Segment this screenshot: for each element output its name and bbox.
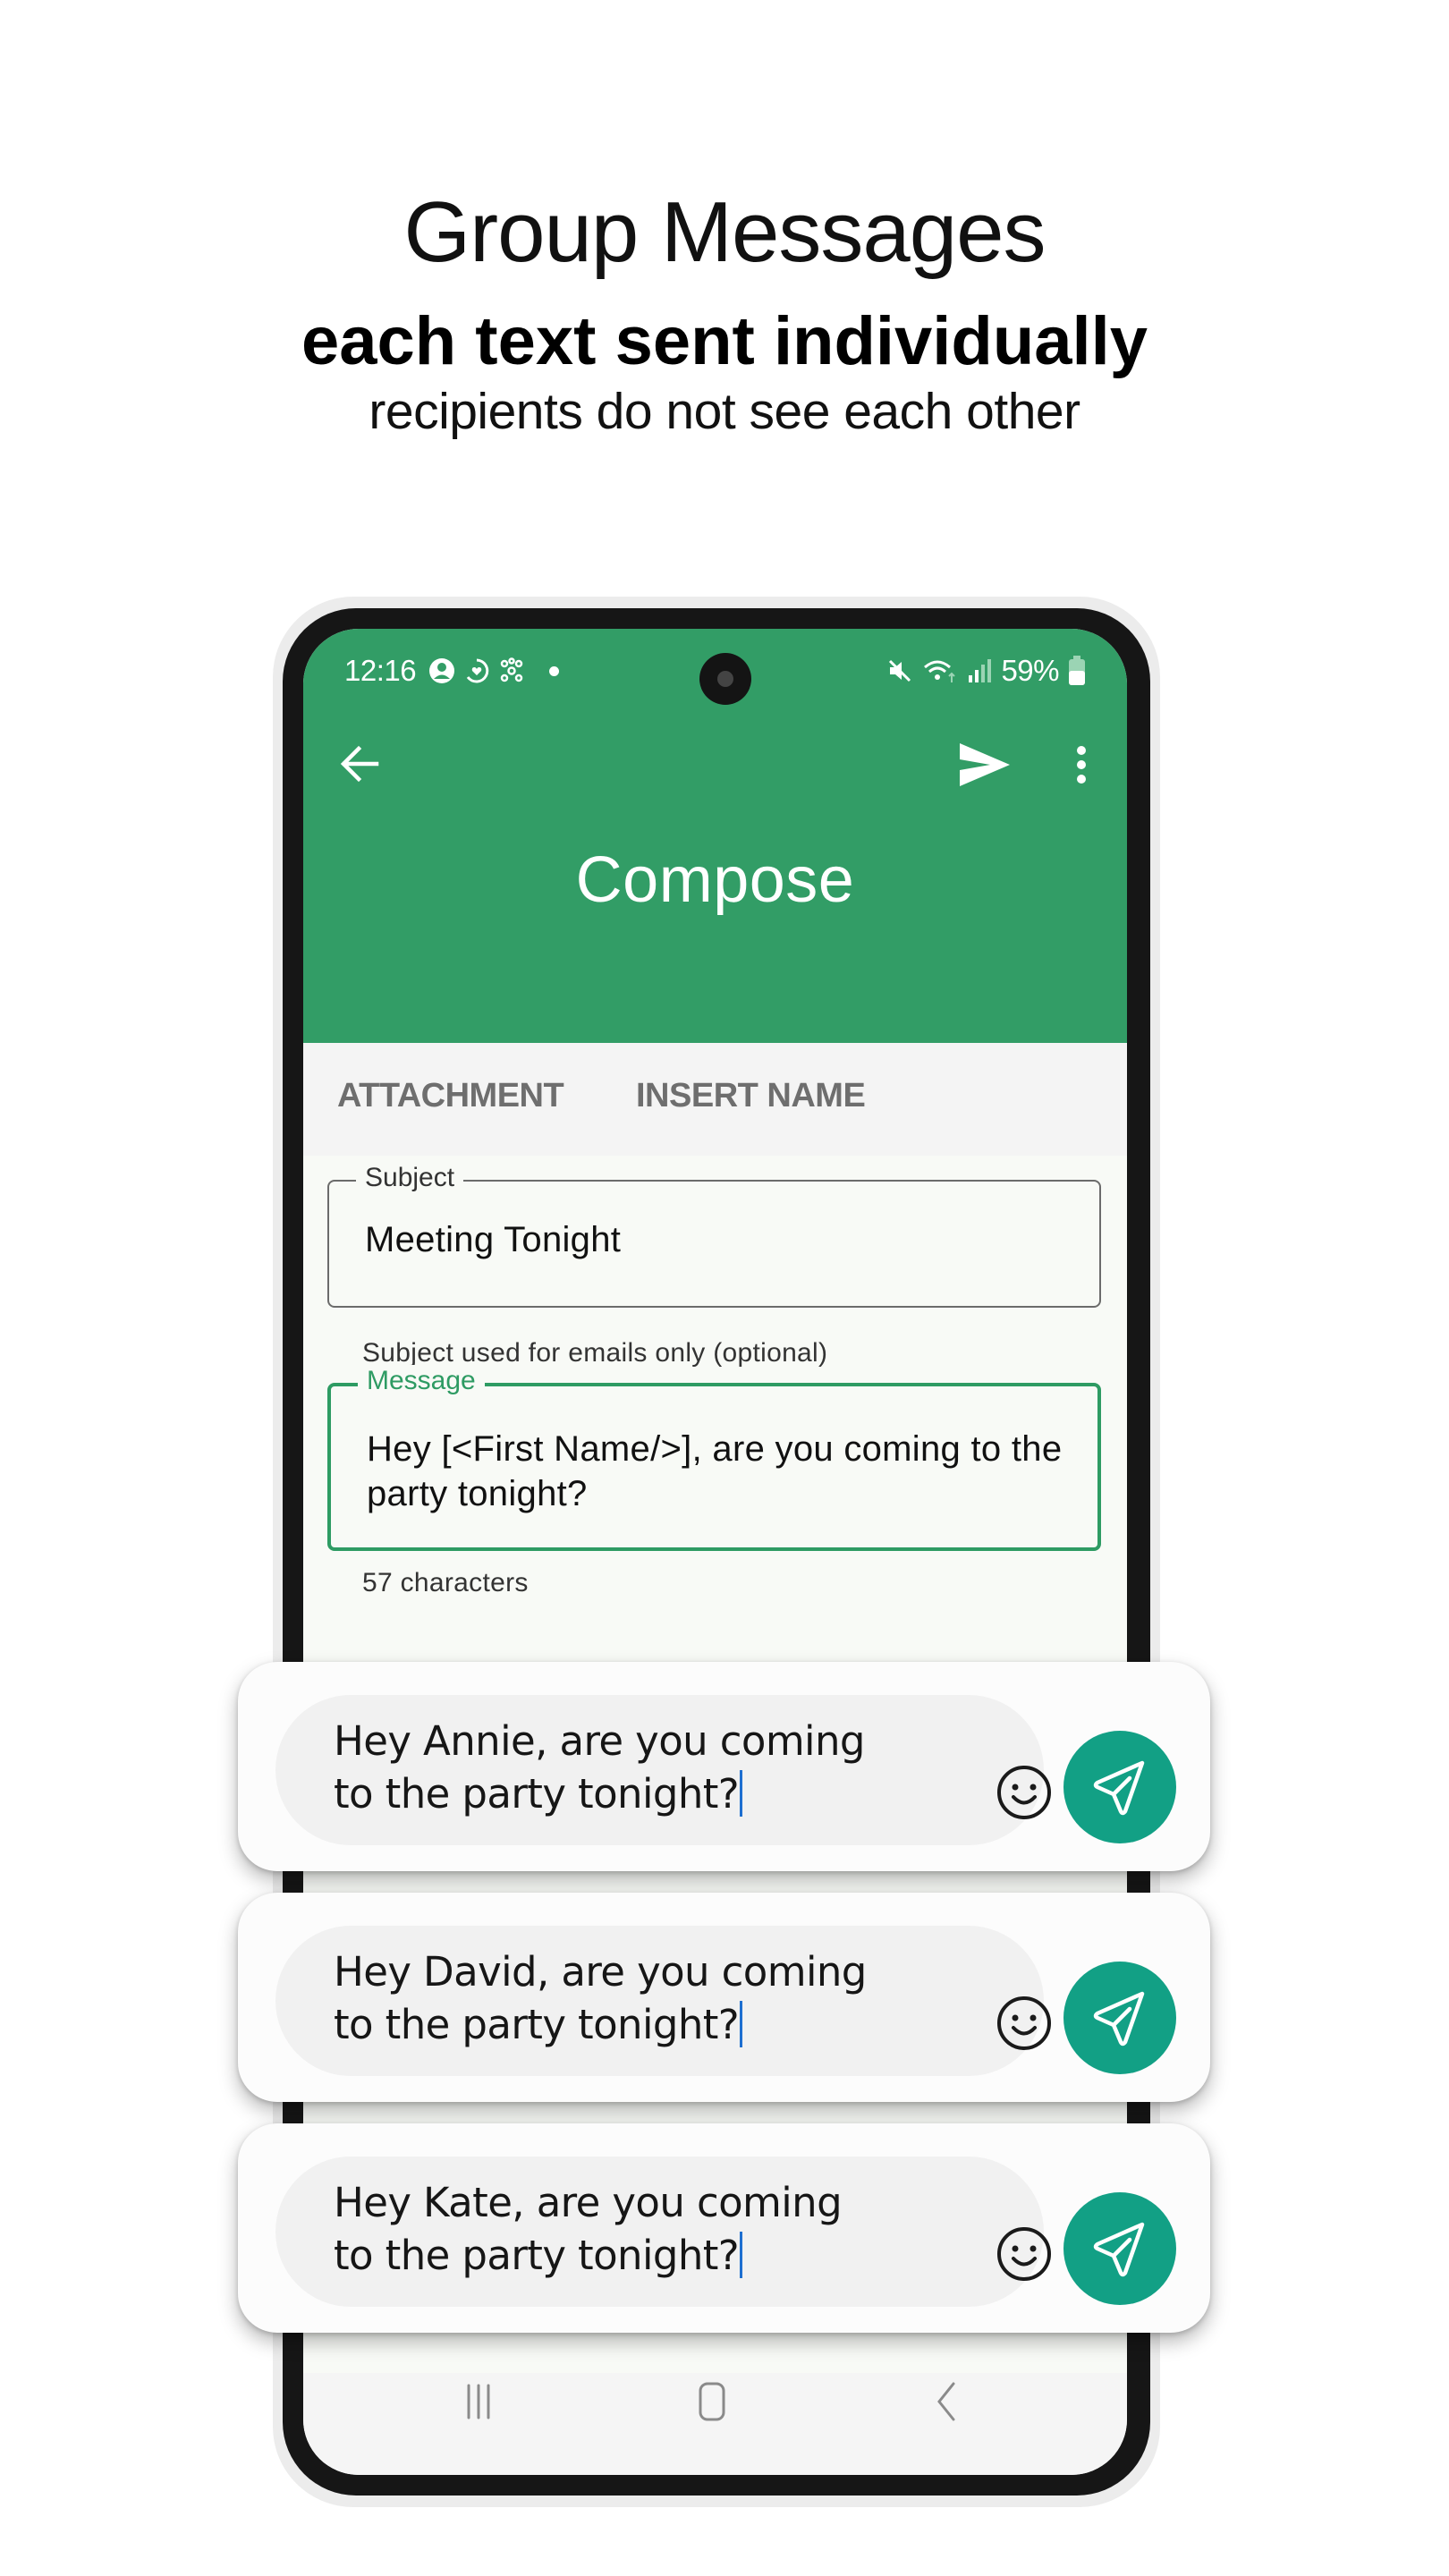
recent-apps-icon <box>467 2384 490 2419</box>
subject-field[interactable]: Subject Meeting Tonight <box>327 1162 1101 1308</box>
preview-card-kate: Hey Kate, are you coming to the party to… <box>238 2123 1210 2333</box>
emoji-icon[interactable] <box>993 1761 1055 1824</box>
send-button[interactable] <box>958 741 1012 788</box>
subject-label: Subject <box>356 1162 464 1194</box>
subject-helper-text: Subject used for emails only (optional) <box>362 1338 828 1368</box>
home-icon <box>699 2382 725 2421</box>
preview-line-1: Hey David, are you coming <box>334 1948 867 1996</box>
arrow-left-icon <box>340 745 379 783</box>
preview-line-2: to the party tonight? <box>334 1770 740 1818</box>
status-time: 12:16 <box>344 654 417 687</box>
message-label: Message <box>358 1365 485 1397</box>
wifi-icon <box>924 660 956 682</box>
home-button[interactable] <box>676 2366 748 2437</box>
tagline: recipients do not see each other <box>369 383 1080 440</box>
send-paper-plane-icon <box>1093 1991 1145 2046</box>
send-message-button[interactable] <box>1063 1731 1176 1843</box>
preview-line-2: to the party tonight? <box>334 2232 740 2279</box>
heart-ring-icon <box>466 658 489 683</box>
character-count: 57 characters <box>362 1568 529 1597</box>
message-bubble-input[interactable]: Hey Kate, are you coming to the party to… <box>275 2157 1051 2307</box>
recent-apps-button[interactable] <box>443 2366 514 2437</box>
preview-message-text: Hey David, are you coming to the party t… <box>334 1945 906 2051</box>
notification-dot-icon <box>549 665 559 676</box>
status-icons-right: 59% <box>886 654 1086 688</box>
mute-icon <box>889 659 911 682</box>
compose-toolbar: ATTACHMENT INSERT NAME <box>303 1043 1127 1156</box>
send-paper-plane-icon <box>1093 2222 1145 2277</box>
back-button[interactable] <box>337 741 382 786</box>
message-input[interactable]: Hey [<First Name/>], are you coming to t… <box>367 1427 1082 1516</box>
system-back-button[interactable] <box>911 2366 982 2437</box>
front-camera <box>699 653 751 705</box>
more-options-button[interactable] <box>1063 741 1099 788</box>
account-circle-icon <box>429 658 454 683</box>
preview-line-1: Hey Annie, are you coming <box>334 1717 865 1765</box>
preview-card-david: Hey David, are you coming to the party t… <box>238 1893 1210 2102</box>
emoji-icon[interactable] <box>993 1992 1055 2055</box>
status-icons-left <box>428 657 559 684</box>
battery-percent: 59% <box>1001 654 1059 687</box>
preview-message-text: Hey Annie, are you coming to the party t… <box>334 1715 906 1820</box>
send-paper-plane-icon <box>1093 1760 1145 1816</box>
headline: Group Messages <box>403 184 1046 280</box>
preview-message-text: Hey Kate, are you coming to the party to… <box>334 2176 906 2282</box>
message-field[interactable]: Message Hey [<First Name/>], are you com… <box>327 1365 1101 1551</box>
preview-card-annie: Hey Annie, are you coming to the party t… <box>238 1662 1210 1871</box>
subheadline: each text sent individually <box>301 303 1148 379</box>
preview-line-1: Hey Kate, are you coming <box>334 2179 843 2226</box>
back-icon <box>937 2382 955 2421</box>
send-message-button[interactable] <box>1063 2192 1176 2305</box>
insert-name-button[interactable]: INSERT NAME <box>636 1077 866 1115</box>
attachment-button[interactable]: ATTACHMENT <box>337 1077 564 1115</box>
system-nav-bar <box>303 2373 1127 2475</box>
more-vertical-icon <box>1077 746 1086 784</box>
message-bubble-input[interactable]: Hey Annie, are you coming to the party t… <box>275 1695 1051 1845</box>
text-cursor <box>740 1770 743 1817</box>
text-cursor <box>740 2232 743 2278</box>
subject-input[interactable]: Meeting Tonight <box>365 1217 621 1262</box>
send-icon <box>960 743 1010 786</box>
battery-icon <box>1069 656 1085 685</box>
message-bubble-input[interactable]: Hey David, are you coming to the party t… <box>275 1926 1051 2076</box>
preview-line-2: to the party tonight? <box>334 2001 740 2048</box>
signal-icon <box>969 659 992 682</box>
network-nodes-icon <box>500 657 523 682</box>
emoji-icon[interactable] <box>993 2223 1055 2285</box>
text-cursor <box>740 2001 743 2047</box>
app-bar: 12:16 59% Compose <box>303 629 1127 1043</box>
send-message-button[interactable] <box>1063 1962 1176 2074</box>
screen-title: Compose <box>575 844 855 916</box>
